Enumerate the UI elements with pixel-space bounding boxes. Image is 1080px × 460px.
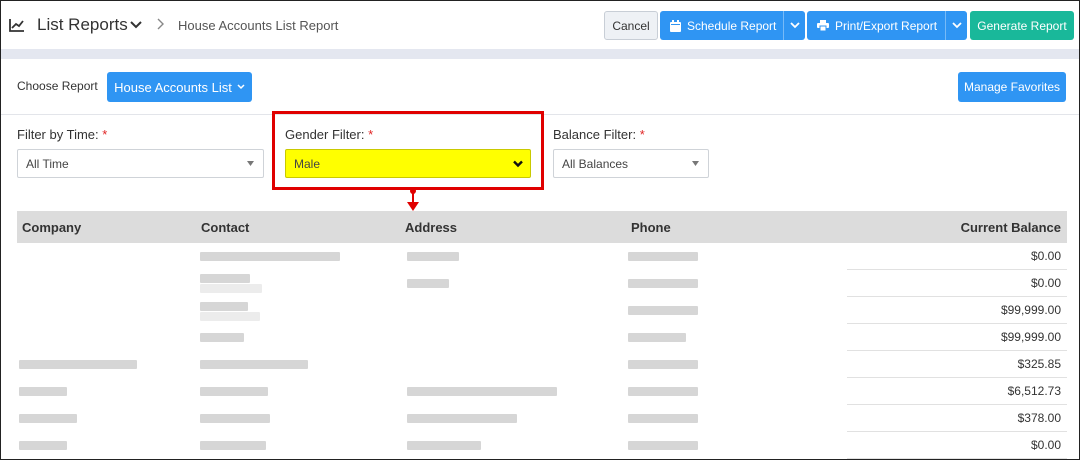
- balance-cell: $6,512.73: [847, 378, 1067, 405]
- balance-cell: $0.00: [847, 270, 1067, 297]
- chevron-down-icon: [951, 22, 962, 29]
- chevron-down-icon[interactable]: [130, 20, 142, 30]
- print-export-button[interactable]: Print/Export Report: [807, 11, 945, 40]
- balance-cell: $325.85: [847, 351, 1067, 378]
- time-filter-label: Filter by Time: *: [17, 127, 107, 142]
- table-row[interactable]: $0.00: [17, 270, 1067, 297]
- chevron-down-icon: [789, 22, 800, 29]
- table-row[interactable]: $378.00: [17, 405, 1067, 432]
- time-filter-select[interactable]: All Time: [17, 149, 264, 178]
- report-select-button[interactable]: House Accounts List: [107, 72, 252, 102]
- balance-filter-label-text: Balance Filter:: [553, 127, 637, 142]
- required-marker: *: [639, 127, 645, 142]
- redacted-cells: [17, 378, 847, 405]
- balance-filter-label: Balance Filter: *: [553, 127, 645, 142]
- table-header: Company Contact Address Phone Current Ba…: [17, 211, 1067, 243]
- printer-icon: [817, 20, 829, 31]
- redacted-cells: [17, 351, 847, 378]
- balance-filter-select[interactable]: All Balances: [553, 149, 709, 178]
- page-title: List Reports: [37, 15, 128, 34]
- redacted-cells: [17, 432, 847, 459]
- annotation-arrow-origin: [410, 188, 416, 194]
- chevron-down-icon: [237, 84, 245, 90]
- balance-filter-value: All Balances: [562, 156, 629, 171]
- print-export-dropdown[interactable]: [945, 11, 967, 40]
- report-select-label: House Accounts List: [114, 79, 232, 95]
- annotation-highlight-box: [272, 111, 544, 190]
- column-header-current-balance[interactable]: Current Balance: [961, 220, 1061, 235]
- table-row[interactable]: $6,512.73: [17, 378, 1067, 405]
- choose-report-label: Choose Report: [17, 79, 98, 93]
- redacted-cells: [17, 270, 847, 297]
- schedule-report-label: Schedule Report: [687, 18, 777, 33]
- table-row[interactable]: $99,999.00: [17, 297, 1067, 324]
- balance-cell: $378.00: [847, 405, 1067, 432]
- print-export-button-group: Print/Export Report: [807, 11, 967, 40]
- app-frame: List Reports House Accounts List Report …: [0, 0, 1080, 460]
- balance-cell: $99,999.00: [847, 297, 1067, 324]
- required-marker: *: [102, 127, 108, 142]
- top-header: List Reports House Accounts List Report …: [1, 1, 1079, 49]
- table-row[interactable]: $99,999.00: [17, 324, 1067, 351]
- balance-cell: $0.00: [847, 432, 1067, 459]
- column-header-address[interactable]: Address: [405, 220, 457, 235]
- calendar-icon: [670, 19, 681, 32]
- breadcrumb: House Accounts List Report: [178, 18, 339, 33]
- schedule-report-button[interactable]: Schedule Report: [660, 11, 783, 40]
- print-export-label: Print/Export Report: [835, 18, 938, 33]
- table-row[interactable]: $0.00: [17, 243, 1067, 270]
- balance-cell: $99,999.00: [847, 324, 1067, 351]
- redacted-cells: [17, 297, 847, 324]
- caret-down-icon: [692, 161, 699, 166]
- manage-favorites-button[interactable]: Manage Favorites: [958, 72, 1066, 102]
- table-row[interactable]: $0.00: [17, 432, 1067, 459]
- column-header-company[interactable]: Company: [22, 220, 81, 235]
- column-header-contact[interactable]: Contact: [201, 220, 249, 235]
- redacted-cells: [17, 405, 847, 432]
- schedule-report-button-group: Schedule Report: [660, 11, 805, 40]
- table-row[interactable]: $325.85: [17, 351, 1067, 378]
- balance-cell: $0.00: [847, 243, 1067, 270]
- annotation-arrow-head: [407, 202, 419, 211]
- report-table: Company Contact Address Phone Current Ba…: [17, 211, 1067, 459]
- header-divider: [1, 49, 1079, 59]
- cancel-button[interactable]: Cancel: [604, 11, 658, 40]
- generate-report-button[interactable]: Generate Report: [970, 11, 1074, 40]
- redacted-cells: [17, 324, 847, 351]
- column-header-phone[interactable]: Phone: [631, 220, 671, 235]
- time-filter-value: All Time: [26, 156, 69, 171]
- caret-down-icon: [247, 161, 254, 166]
- line-chart-icon: [9, 19, 24, 32]
- time-filter-label-text: Filter by Time:: [17, 127, 99, 142]
- chevron-right-icon: [157, 18, 164, 30]
- schedule-report-dropdown[interactable]: [783, 11, 805, 40]
- redacted-cells: [17, 243, 847, 270]
